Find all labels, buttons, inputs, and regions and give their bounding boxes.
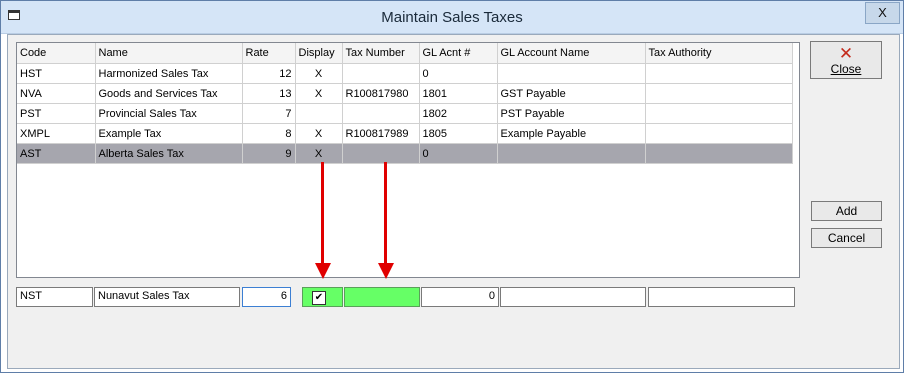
display-checkbox-cell[interactable]: ✔ bbox=[302, 287, 343, 307]
cell-tax-number bbox=[342, 63, 420, 84]
cell-rate: 12 bbox=[242, 63, 296, 84]
cell-name: Harmonized Sales Tax bbox=[95, 63, 243, 84]
name-input[interactable]: Nunavut Sales Tax bbox=[94, 287, 240, 307]
cell-gl-account-name bbox=[497, 143, 646, 164]
sales-tax-grid[interactable]: Code Name Rate Display Tax Number GL Acn… bbox=[16, 42, 800, 278]
gl-account-name-input[interactable] bbox=[500, 287, 646, 307]
code-input[interactable]: NST bbox=[16, 287, 93, 307]
cell-tax-authority bbox=[645, 123, 793, 144]
cell-gl-acnt: 0 bbox=[419, 143, 498, 164]
window-title: Maintain Sales Taxes bbox=[381, 9, 523, 26]
add-button[interactable]: Add bbox=[811, 201, 882, 221]
display-checkbox[interactable]: ✔ bbox=[312, 291, 326, 305]
cancel-button[interactable]: Cancel bbox=[811, 228, 882, 248]
cell-name: Example Tax bbox=[95, 123, 243, 144]
cell-display bbox=[295, 103, 343, 124]
cell-gl-account-name: Example Payable bbox=[497, 123, 646, 144]
tax-number-input[interactable] bbox=[344, 287, 420, 307]
column-header-tax-number[interactable]: Tax Number bbox=[342, 43, 420, 64]
cell-gl-acnt: 1801 bbox=[419, 83, 498, 104]
column-header-name[interactable]: Name bbox=[95, 43, 243, 64]
tax-authority-input[interactable] bbox=[648, 287, 795, 307]
table-row[interactable]: HST Harmonized Sales Tax 12 X 0 bbox=[17, 63, 793, 84]
red-arrow-tax-number-shaft bbox=[384, 162, 387, 265]
red-arrow-display-shaft bbox=[321, 162, 324, 265]
column-header-tax-authority[interactable]: Tax Authority bbox=[645, 43, 793, 64]
cell-display: X bbox=[295, 83, 343, 104]
cell-name: Alberta Sales Tax bbox=[95, 143, 243, 164]
cell-rate: 9 bbox=[242, 143, 296, 164]
grid-header: Code Name Rate Display Tax Number GL Acn… bbox=[17, 43, 793, 64]
cell-rate: 8 bbox=[242, 123, 296, 144]
cell-gl-account-name: GST Payable bbox=[497, 83, 646, 104]
column-header-gl-acnt[interactable]: GL Acnt # bbox=[419, 43, 498, 64]
cell-tax-authority bbox=[645, 83, 793, 104]
cell-name: Provincial Sales Tax bbox=[95, 103, 243, 124]
cell-gl-acnt: 1802 bbox=[419, 103, 498, 124]
cell-display: X bbox=[295, 63, 343, 84]
cell-tax-number bbox=[342, 103, 420, 124]
close-button-label: Close bbox=[830, 62, 862, 76]
cell-gl-account-name: PST Payable bbox=[497, 103, 646, 124]
table-row-selected[interactable]: AST Alberta Sales Tax 9 X 0 bbox=[17, 143, 793, 164]
cell-gl-acnt: 1805 bbox=[419, 123, 498, 144]
cell-tax-authority bbox=[645, 63, 793, 84]
cell-tax-number bbox=[342, 143, 420, 164]
table-row[interactable]: PST Provincial Sales Tax 7 1802 PST Paya… bbox=[17, 103, 793, 124]
column-header-gl-account-name[interactable]: GL Account Name bbox=[497, 43, 646, 64]
red-arrow-tax-number-head bbox=[378, 263, 394, 279]
dialog-body: Code Name Rate Display Tax Number GL Acn… bbox=[7, 34, 900, 369]
cell-gl-account-name bbox=[497, 63, 646, 84]
cell-display: X bbox=[295, 143, 343, 164]
maintain-sales-taxes-window: Maintain Sales Taxes X Code Name Rate Di… bbox=[0, 0, 904, 373]
cell-display: X bbox=[295, 123, 343, 144]
window-close-button[interactable]: X bbox=[865, 2, 900, 24]
close-button[interactable]: ✕ Close bbox=[810, 41, 882, 79]
gl-acnt-input[interactable]: 0 bbox=[421, 287, 499, 307]
cell-code: XMPL bbox=[17, 123, 96, 144]
cell-gl-acnt: 0 bbox=[419, 63, 498, 84]
cell-code: AST bbox=[17, 143, 96, 164]
close-icon: ✕ bbox=[838, 44, 854, 63]
cell-tax-number: R100817989 bbox=[342, 123, 420, 144]
cell-tax-number: R100817980 bbox=[342, 83, 420, 104]
table-row[interactable]: XMPL Example Tax 8 X R100817989 1805 Exa… bbox=[17, 123, 793, 144]
cell-tax-authority bbox=[645, 143, 793, 164]
column-header-rate[interactable]: Rate bbox=[242, 43, 296, 64]
cell-name: Goods and Services Tax bbox=[95, 83, 243, 104]
column-header-display[interactable]: Display bbox=[295, 43, 343, 64]
cell-rate: 7 bbox=[242, 103, 296, 124]
cell-code: NVA bbox=[17, 83, 96, 104]
cell-code: HST bbox=[17, 63, 96, 84]
cell-code: PST bbox=[17, 103, 96, 124]
red-arrow-display-head bbox=[315, 263, 331, 279]
column-header-code[interactable]: Code bbox=[17, 43, 96, 64]
table-row[interactable]: NVA Goods and Services Tax 13 X R1008179… bbox=[17, 83, 793, 104]
cell-rate: 13 bbox=[242, 83, 296, 104]
cell-tax-authority bbox=[645, 103, 793, 124]
rate-input[interactable]: 6 bbox=[242, 287, 291, 307]
title-bar: Maintain Sales Taxes X bbox=[1, 1, 903, 34]
